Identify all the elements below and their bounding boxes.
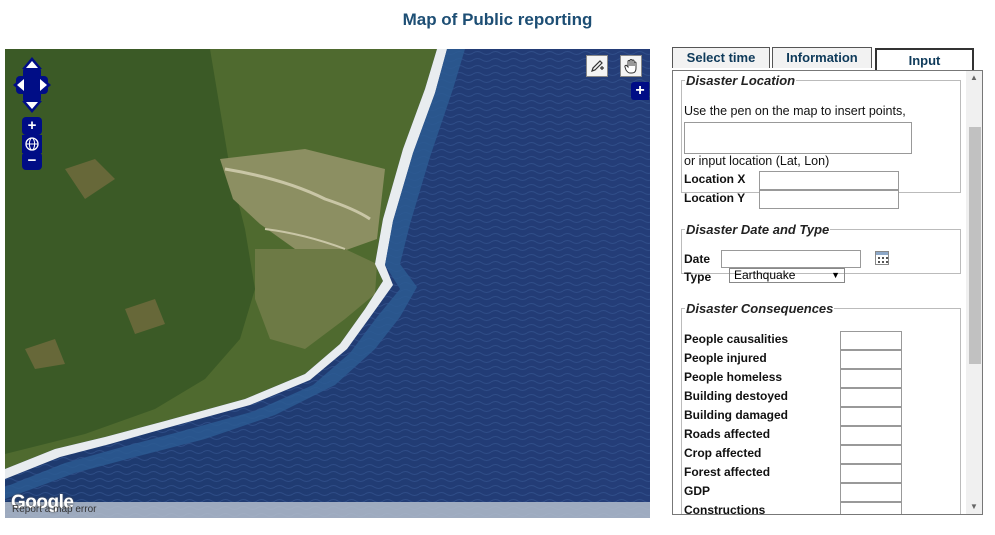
scroll-down-icon[interactable]: ▼ [966, 500, 982, 514]
disaster-date-type-section: Disaster Date and Type Date Type Earthqu… [681, 222, 961, 284]
consequence-input[interactable] [840, 331, 902, 350]
pen-tool-button[interactable] [586, 55, 608, 77]
type-label: Type [684, 270, 712, 284]
map-attribution-bar [5, 502, 650, 518]
map-view[interactable]: + − + Google Report a map error [5, 49, 650, 518]
report-map-error-link[interactable]: Report a map error [12, 504, 96, 515]
location-y-input[interactable] [759, 190, 899, 209]
panel-tabs: Select time Information Input [672, 47, 982, 72]
consequence-input[interactable] [840, 407, 902, 426]
consequence-label: Roads affected [684, 427, 771, 441]
tab-information[interactable]: Information [772, 47, 872, 68]
layer-switcher-button[interactable]: + [631, 82, 649, 100]
points-textarea[interactable] [684, 122, 912, 154]
page-title: Map of Public reporting [402, 10, 593, 29]
hand-icon [624, 59, 637, 74]
hand-tool-button[interactable] [620, 55, 642, 77]
pen-icon [591, 60, 604, 72]
location-instruction: Use the pen on the map to insert points, [684, 104, 906, 118]
consequence-label: People causalities [684, 332, 789, 346]
input-panel: Disaster Location Use the pen on the map… [672, 70, 983, 515]
disaster-type-value: Earthquake [734, 268, 796, 282]
consequence-label: People homeless [684, 370, 783, 384]
disaster-type-select[interactable]: Earthquake ▼ [729, 268, 845, 283]
disaster-consequences-legend: Disaster Consequences [686, 301, 834, 316]
date-label: Date [684, 252, 711, 266]
scrollbar-thumb[interactable] [969, 127, 981, 364]
consequence-input[interactable] [840, 350, 902, 369]
consequence-label: Forest affected [684, 465, 771, 479]
location-x-label: Location X [684, 172, 746, 186]
consequence-input[interactable] [840, 445, 902, 464]
tab-input[interactable]: Input [875, 48, 974, 72]
tab-select-time[interactable]: Select time [672, 47, 770, 68]
location-x-input[interactable] [759, 171, 899, 190]
consequence-input[interactable] [840, 483, 902, 502]
disaster-date-type-legend: Disaster Date and Type [686, 222, 830, 237]
consequence-label: Constructions [684, 503, 766, 515]
chevron-down-icon: ▼ [831, 270, 840, 280]
consequence-label: People injured [684, 351, 767, 365]
consequence-input[interactable] [840, 388, 902, 407]
consequence-label: Building destoyed [684, 389, 789, 403]
panel-scrollbar[interactable]: ▲ ▼ [966, 71, 982, 514]
globe-icon[interactable] [22, 135, 42, 153]
consequence-input[interactable] [840, 502, 902, 514]
scroll-up-icon[interactable]: ▲ [966, 71, 982, 85]
consequence-input[interactable] [840, 426, 902, 445]
consequence-label: Building damaged [684, 408, 789, 422]
consequence-input[interactable] [840, 464, 902, 483]
location-y-label: Location Y [684, 191, 746, 205]
zoom-out-button[interactable]: − [22, 152, 42, 170]
disaster-location-legend: Disaster Location [686, 73, 796, 88]
date-input[interactable] [721, 250, 861, 268]
calendar-icon[interactable] [875, 251, 889, 265]
zoom-in-button[interactable]: + [22, 117, 42, 135]
satellite-imagery[interactable] [5, 49, 650, 518]
disaster-location-section: Disaster Location Use the pen on the map… [681, 73, 961, 209]
pan-arrows-icon[interactable] [13, 57, 51, 113]
location-alt-instruction: or input location (Lat, Lon) [684, 154, 830, 168]
consequence-input[interactable] [840, 369, 902, 388]
disaster-consequences-section: Disaster Consequences People causalities… [681, 301, 961, 515]
consequence-label: Crop affected [684, 446, 762, 460]
consequence-label: GDP [684, 484, 711, 498]
